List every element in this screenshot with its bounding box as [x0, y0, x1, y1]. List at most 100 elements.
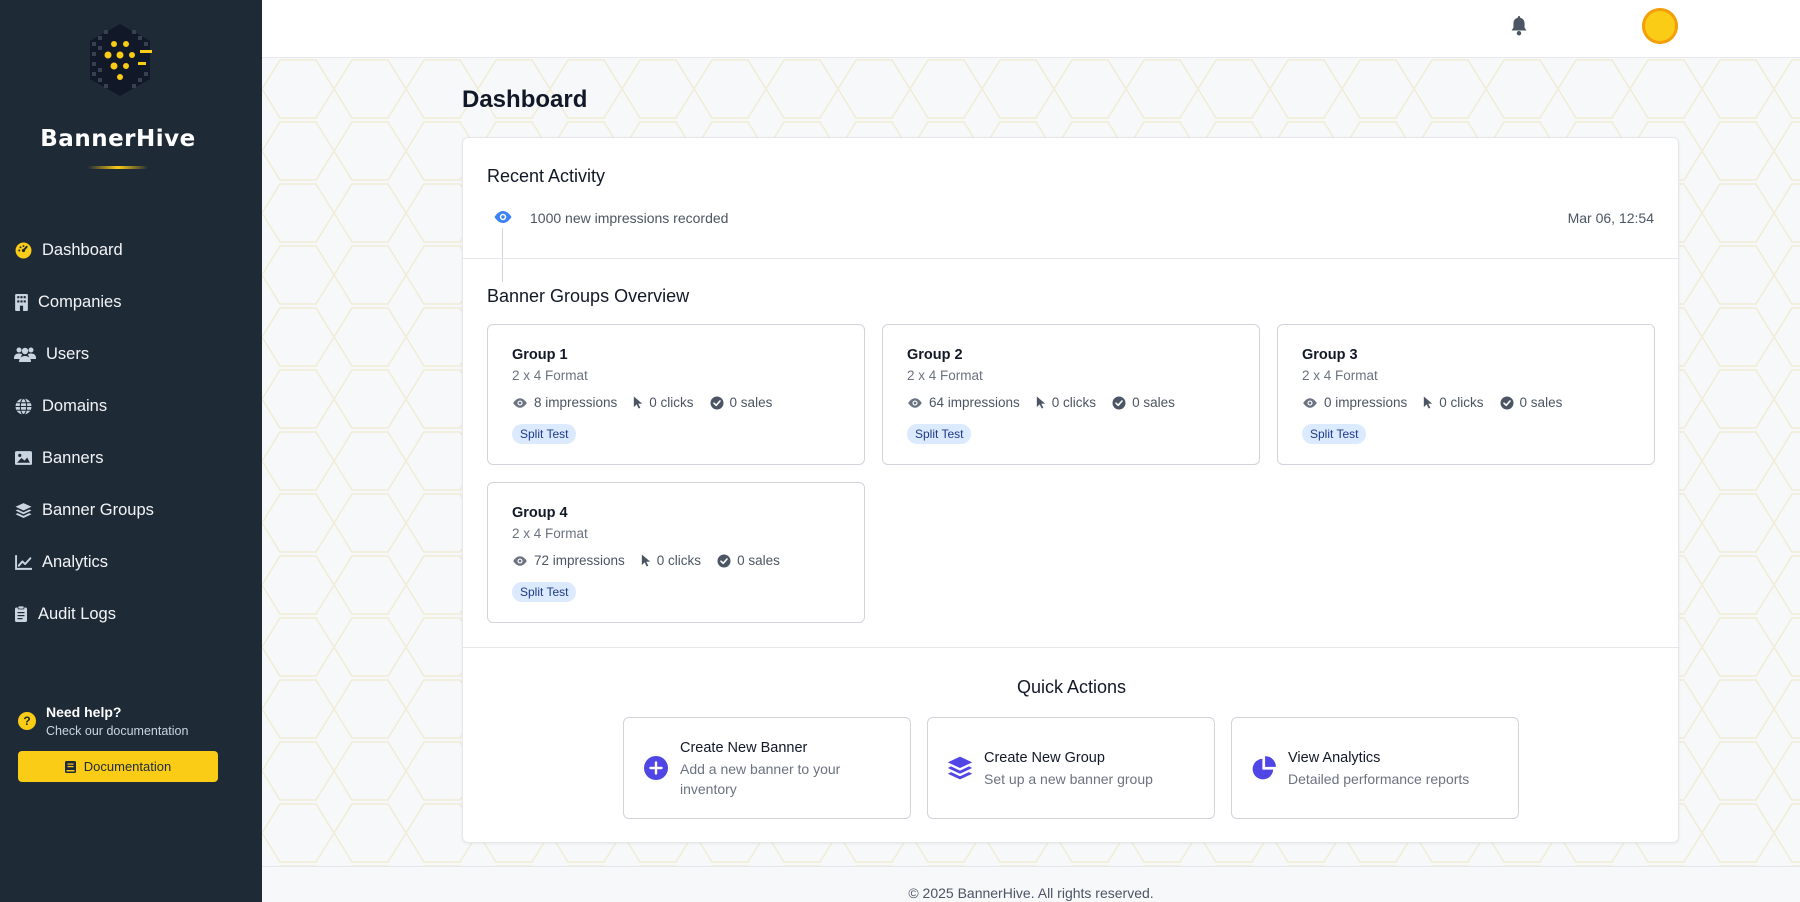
- group-stats: 64 impressions 0 clicks 0 sales: [907, 395, 1191, 410]
- group-sales: 0 sales: [1132, 395, 1175, 410]
- image-icon: [14, 449, 32, 467]
- eye-icon: [493, 209, 513, 225]
- pie-chart-icon: [1251, 755, 1277, 781]
- group-format: 2 x 4 Format: [1302, 368, 1378, 383]
- quick-action-subtitle: Set up a new banner group: [984, 771, 1153, 787]
- group-sales: 0 sales: [737, 553, 780, 568]
- split-test-badge: Split Test: [907, 424, 972, 444]
- group-clicks: 0 clicks: [656, 553, 702, 568]
- section-divider: [463, 647, 1680, 648]
- check-circle-icon: [1500, 396, 1514, 410]
- question-circle-icon: ?: [18, 712, 36, 730]
- group-name: Group 3: [1302, 347, 1358, 363]
- split-test-badge: Split Test: [1302, 424, 1367, 444]
- eye-icon: [512, 555, 528, 567]
- quick-action-title: Create New Banner: [680, 740, 808, 756]
- sidebar-item-banners[interactable]: Banners: [0, 432, 262, 484]
- bell-icon[interactable]: [1510, 16, 1530, 36]
- sidebar-item-label: Banner Groups: [42, 500, 154, 519]
- create-new-banner-button[interactable]: Create New Banner Add a new banner to yo…: [623, 717, 911, 819]
- sidebar-item-label: Audit Logs: [38, 604, 116, 623]
- cursor-icon: [641, 554, 651, 567]
- sidebar-item-companies[interactable]: Companies: [0, 276, 262, 328]
- create-new-group-button[interactable]: Create New Group Set up a new banner gro…: [927, 717, 1215, 819]
- brand-underline: [88, 166, 148, 169]
- group-impressions: 8 impressions: [534, 395, 618, 410]
- quick-action-title: View Analytics: [1288, 750, 1381, 766]
- plus-circle-icon: [643, 755, 669, 781]
- layers-icon: [14, 501, 32, 519]
- line-chart-icon: [14, 553, 32, 571]
- group-stats: 72 impressions 0 clicks 0 sales: [512, 553, 796, 568]
- sidebar-item-label: Domains: [42, 396, 108, 415]
- group-card-4[interactable]: Group 4 2 x 4 Format 72 impressions 0 cl…: [487, 482, 865, 623]
- banner-groups-title: Banner Groups Overview: [487, 286, 690, 306]
- footer-copyright: © 2025 BannerHive. All rights reserved.: [908, 885, 1154, 901]
- help-title: Need help?: [46, 704, 122, 720]
- group-sales: 0 sales: [729, 395, 773, 410]
- section-divider: [463, 258, 1680, 259]
- group-card-2[interactable]: Group 2 2 x 4 Format 64 impressions 0 cl…: [882, 324, 1260, 465]
- sidebar-nav: Dashboard Companies Users Domains Banner…: [0, 224, 262, 640]
- group-card-1[interactable]: Group 1 2 x 4 Format 8 impressions 0 cli…: [487, 324, 865, 465]
- split-test-badge: Split Test: [512, 582, 577, 602]
- eye-icon: [512, 397, 528, 409]
- check-circle-icon: [1112, 396, 1126, 410]
- sidebar-item-audit-logs[interactable]: Audit Logs: [0, 588, 262, 640]
- cursor-icon: [1036, 396, 1046, 409]
- check-circle-icon: [717, 554, 731, 568]
- sidebar-item-label: Banners: [42, 448, 104, 467]
- group-impressions: 0 impressions: [1324, 395, 1408, 410]
- sidebar-item-analytics[interactable]: Analytics: [0, 536, 262, 588]
- group-clicks: 0 clicks: [1439, 395, 1484, 410]
- group-stats: 8 impressions 0 clicks 0 sales: [512, 395, 788, 410]
- eye-icon: [907, 397, 923, 409]
- documentation-button[interactable]: Documentation: [18, 751, 218, 782]
- group-stats: 0 impressions 0 clicks 0 sales: [1302, 395, 1578, 410]
- cursor-icon: [633, 396, 643, 409]
- group-clicks: 0 clicks: [649, 395, 694, 410]
- dashboard-gauge-icon: [14, 241, 32, 259]
- sidebar-item-label: Dashboard: [42, 240, 123, 259]
- user-avatar[interactable]: [1642, 8, 1678, 44]
- group-name: Group 4: [512, 505, 568, 521]
- group-clicks: 0 clicks: [1051, 395, 1097, 410]
- cursor-icon: [1423, 396, 1433, 409]
- sidebar-item-domains[interactable]: Domains: [0, 380, 262, 432]
- help-box: ? Need help? Check our documentation: [18, 704, 228, 738]
- group-format: 2 x 4 Format: [512, 368, 588, 383]
- sidebar-item-users[interactable]: Users: [0, 328, 262, 380]
- sidebar: BannerHive Dashboard Companies Users Dom…: [0, 0, 262, 902]
- quick-action-subtitle: Detailed performance reports: [1288, 771, 1470, 787]
- top-bar: [262, 0, 1800, 58]
- building-icon: [14, 293, 28, 311]
- group-name: Group 2: [907, 347, 963, 363]
- brand-logo-icon[interactable]: [82, 22, 158, 98]
- book-icon: [64, 760, 76, 773]
- timeline-line: [502, 228, 503, 282]
- eye-icon: [1302, 397, 1318, 409]
- footer: © 2025 BannerHive. All rights reserved.: [262, 866, 1800, 902]
- sidebar-item-banner-groups[interactable]: Banner Groups: [0, 484, 262, 536]
- brand-name: BannerHive: [40, 126, 196, 152]
- clipboard-icon: [14, 605, 28, 623]
- group-format: 2 x 4 Format: [907, 368, 983, 383]
- recent-activity-title: Recent Activity: [487, 166, 606, 186]
- activity-item-time: Mar 06, 12:54: [1567, 210, 1654, 226]
- group-card-3[interactable]: Group 3 2 x 4 Format 0 impressions 0 cli…: [1277, 324, 1655, 465]
- sidebar-item-dashboard[interactable]: Dashboard: [0, 224, 262, 276]
- quick-action-subtitle: Add a new banner to your inventory: [680, 761, 841, 797]
- sidebar-item-label: Users: [46, 344, 90, 363]
- users-icon: [14, 345, 36, 363]
- group-impressions: 72 impressions: [534, 553, 625, 568]
- group-name: Group 1: [512, 347, 568, 363]
- group-format: 2 x 4 Format: [512, 526, 588, 541]
- check-circle-icon: [710, 396, 724, 410]
- group-sales: 0 sales: [1519, 395, 1563, 410]
- activity-item-text: 1000 new impressions recorded: [530, 210, 729, 226]
- split-test-badge: Split Test: [512, 424, 577, 444]
- sidebar-item-label: Analytics: [42, 552, 109, 571]
- globe-icon: [14, 397, 32, 415]
- help-subtitle: Check our documentation: [46, 724, 189, 738]
- view-analytics-button[interactable]: View Analytics Detailed performance repo…: [1231, 717, 1519, 819]
